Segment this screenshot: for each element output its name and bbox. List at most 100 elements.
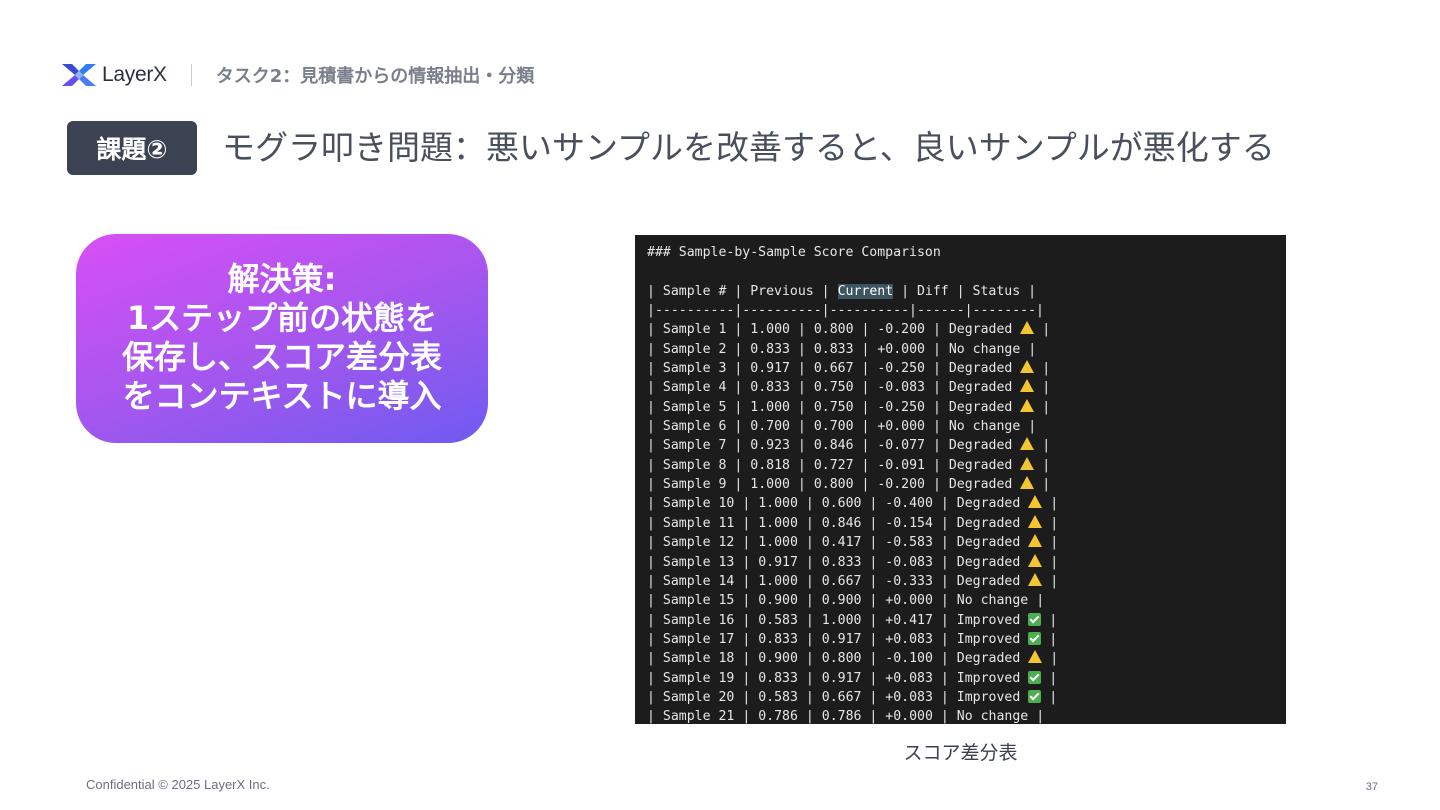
cell-current: 0.750	[813, 399, 854, 415]
table-row: | Sample 19 | 0.833 | 0.917 | +0.083 | I…	[647, 670, 1058, 686]
warning-icon	[1020, 398, 1035, 412]
cell-status: Degraded	[956, 651, 1021, 667]
cell-sample: Sample 5	[662, 399, 727, 415]
table-row: | Sample 5 | 1.000 | 0.750 | -0.250 | De…	[647, 398, 1051, 415]
cell-previous: 0.786	[758, 709, 798, 724]
cell-sample: Sample 7	[662, 438, 727, 454]
cell-previous: 0.917	[758, 554, 798, 570]
cell-current: 0.786	[821, 709, 862, 724]
cell-previous: 1.000	[758, 535, 798, 551]
cell-diff: +0.083	[885, 689, 933, 705]
cell-diff: -0.100	[885, 651, 933, 667]
cell-diff: -0.091	[877, 457, 925, 473]
cell-sample: Sample 15	[662, 593, 735, 609]
solution-line: 解決策:	[227, 260, 337, 298]
table-row: | Sample 1 | 1.000 | 0.800 | -0.200 | De…	[647, 321, 1051, 338]
table-row: | Sample 6 | 0.700 | 0.700 | +0.000 | No…	[647, 419, 1037, 435]
table-header-row: | Sample # | Previous | Current | Diff |…	[647, 282, 1286, 301]
cell-sample: Sample 6	[662, 419, 727, 435]
cell-status: Degraded	[948, 438, 1013, 454]
table-row: | Sample 2 | 0.833 | 0.833 | +0.000 | No…	[647, 341, 1037, 357]
check-icon	[1028, 689, 1042, 703]
cell-status: Degraded	[956, 535, 1021, 551]
cell-diff: -0.333	[885, 573, 933, 589]
cell-diff: -0.077	[877, 438, 925, 454]
cell-sample: Sample 2	[662, 341, 727, 357]
table-row: | Sample 16 | 0.583 | 1.000 | +0.417 | I…	[647, 612, 1058, 628]
cell-current: 0.917	[821, 670, 862, 686]
page-title: モグラ叩き問題：悪いサンプルを改善すると、良いサンプルが悪化する	[222, 128, 1275, 167]
table-row: | Sample 15 | 0.900 | 0.900 | +0.000 | N…	[647, 593, 1045, 609]
cell-current: 0.667	[821, 689, 862, 705]
table-row: | Sample 3 | 0.917 | 0.667 | -0.250 | De…	[647, 360, 1051, 377]
cell-sample: Sample 17	[662, 631, 735, 647]
terminal-heading: ### Sample-by-Sample Score Comparison	[647, 245, 941, 260]
cell-diff: -0.200	[877, 477, 925, 493]
cell-previous: 0.923	[750, 438, 790, 454]
cell-previous: 1.000	[758, 573, 798, 589]
cell-previous: 0.700	[750, 419, 790, 435]
warning-icon	[1020, 379, 1035, 393]
cell-status: No change	[948, 419, 1021, 435]
warning-icon	[1020, 437, 1035, 451]
cell-diff: +0.000	[877, 419, 925, 435]
check-icon	[1028, 612, 1042, 626]
section-title: タスク2：見積書からの情報抽出・分類	[215, 66, 535, 87]
cell-current: 0.417	[821, 535, 862, 551]
cell-previous: 0.583	[758, 612, 798, 628]
table-row: | Sample 4 | 0.833 | 0.750 | -0.083 | De…	[647, 379, 1051, 396]
cell-diff: -0.083	[885, 554, 933, 570]
cell-previous: 0.818	[750, 457, 790, 473]
table-row: | Sample 7 | 0.923 | 0.846 | -0.077 | De…	[647, 437, 1051, 454]
cell-previous: 0.833	[750, 380, 790, 396]
cell-status: Degraded	[956, 554, 1021, 570]
warning-icon	[1028, 553, 1043, 567]
cell-previous: 0.900	[758, 593, 798, 609]
cell-diff: +0.000	[885, 709, 933, 724]
warning-icon	[1020, 476, 1035, 490]
cell-status: Improved	[956, 670, 1021, 686]
slide-header: LayerX タスク2：見積書からの情報抽出・分類	[62, 60, 534, 90]
layerx-logo-icon	[62, 64, 96, 86]
confidential-notice: Confidential © 2025 LayerX Inc.	[86, 777, 270, 792]
logo-text: LayerX	[102, 63, 167, 86]
cell-previous: 0.833	[758, 631, 798, 647]
cell-diff: -0.400	[885, 496, 933, 512]
cell-current: 0.833	[813, 341, 854, 357]
cell-previous: 0.833	[758, 670, 798, 686]
issue-badge: 課題②	[67, 121, 197, 175]
figure-caption: スコア差分表	[903, 742, 1018, 764]
cell-status: Improved	[956, 612, 1021, 628]
cell-diff: -0.250	[877, 361, 925, 377]
solution-line: 保存し、スコア差分表	[121, 338, 442, 376]
cell-sample: Sample 10	[662, 496, 735, 512]
cell-sample: Sample 4	[662, 380, 727, 396]
check-icon	[1028, 670, 1042, 684]
table-row: | Sample 9 | 1.000 | 0.800 | -0.200 | De…	[647, 476, 1051, 493]
cell-current: 0.800	[821, 651, 862, 667]
cell-sample: Sample 9	[662, 477, 727, 493]
check-icon	[1028, 631, 1042, 645]
warning-icon	[1020, 360, 1035, 374]
cell-previous: 0.833	[750, 341, 790, 357]
table-row: | Sample 10 | 1.000 | 0.600 | -0.400 | D…	[647, 495, 1059, 512]
cell-status: Improved	[956, 631, 1021, 647]
cell-current: 0.917	[821, 631, 862, 647]
cell-current: 0.800	[813, 477, 854, 493]
current-column-highlight: Current	[837, 283, 894, 299]
page-number: 37	[1365, 781, 1378, 793]
cell-status: No change	[956, 709, 1029, 724]
solution-line: をコンテキストに導入	[122, 377, 442, 415]
cell-sample: Sample 8	[662, 457, 727, 473]
cell-diff: -0.250	[877, 399, 925, 415]
cell-current: 0.846	[813, 438, 854, 454]
cell-sample: Sample 3	[662, 361, 727, 377]
cell-diff: +0.417	[885, 612, 933, 628]
cell-diff: -0.154	[885, 515, 933, 531]
cell-diff: -0.583	[885, 535, 933, 551]
score-comparison-screenshot: ### Sample-by-Sample Score Comparison | …	[635, 235, 1286, 724]
cell-sample: Sample 11	[662, 515, 735, 531]
cell-previous: 0.900	[758, 651, 798, 667]
cell-current: 0.900	[821, 593, 862, 609]
